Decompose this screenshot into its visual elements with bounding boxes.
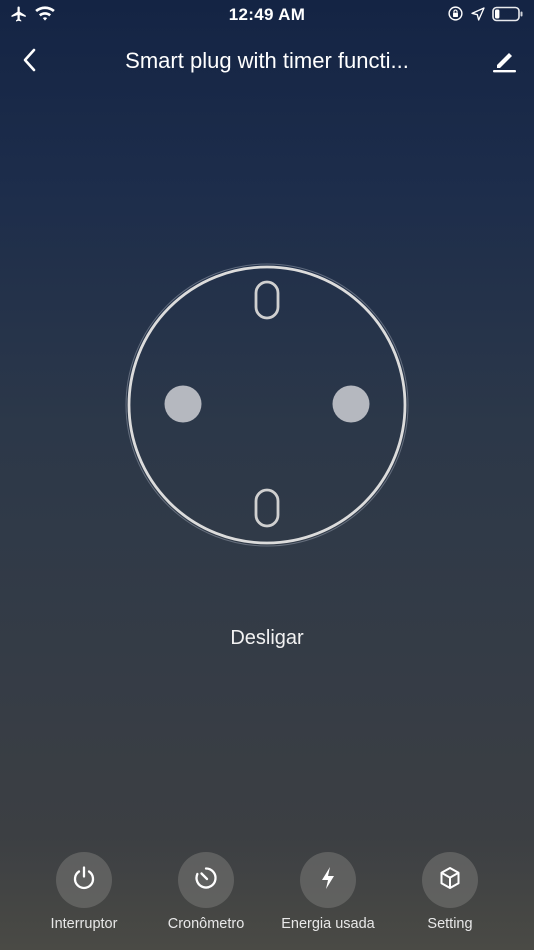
status-bar: 12:49 AM	[0, 0, 534, 30]
timer-button-circle[interactable]	[178, 852, 234, 908]
switch-label: Interruptor	[50, 916, 118, 932]
back-button[interactable]	[14, 46, 46, 78]
switch-button-circle[interactable]	[56, 852, 112, 908]
timer-icon	[192, 864, 220, 897]
setting-label: Setting	[427, 916, 473, 932]
battery-icon	[492, 6, 524, 27]
function-bar: Interruptor Cronômetro Energia usada Set…	[0, 838, 534, 950]
setting-button[interactable]: Setting	[390, 852, 510, 932]
battery-fill	[495, 9, 500, 18]
socket-left-pin-hole	[164, 385, 202, 423]
power-icon	[70, 864, 98, 897]
timer-button[interactable]: Cronômetro	[146, 852, 266, 932]
socket-right-pin-hole	[332, 385, 370, 423]
page-title: Smart plug with timer functi...	[125, 48, 409, 73]
nav-bar: Smart plug with timer functi...	[0, 40, 534, 84]
switch-button[interactable]: Interruptor	[24, 852, 144, 932]
status-right	[447, 5, 524, 27]
cube-icon	[436, 864, 464, 897]
timer-label: Cronômetro	[167, 916, 245, 932]
power-state-label: Desligar	[230, 627, 304, 649]
energy-button-circle[interactable]	[300, 852, 356, 908]
edit-button[interactable]	[488, 46, 520, 78]
location-icon	[470, 6, 486, 27]
setting-button-circle[interactable]	[422, 852, 478, 908]
pencil-icon	[490, 46, 518, 79]
power-socket-icon	[125, 263, 409, 547]
chevron-left-icon	[20, 47, 40, 78]
socket-bottom-slot	[254, 488, 280, 528]
energy-button[interactable]: Energia usada	[268, 852, 388, 932]
orientation-lock-icon	[447, 5, 464, 27]
lightning-icon	[314, 864, 342, 897]
socket-top-slot	[254, 280, 280, 320]
energy-label: Energia usada	[281, 916, 375, 932]
socket-toggle[interactable]	[124, 262, 410, 548]
